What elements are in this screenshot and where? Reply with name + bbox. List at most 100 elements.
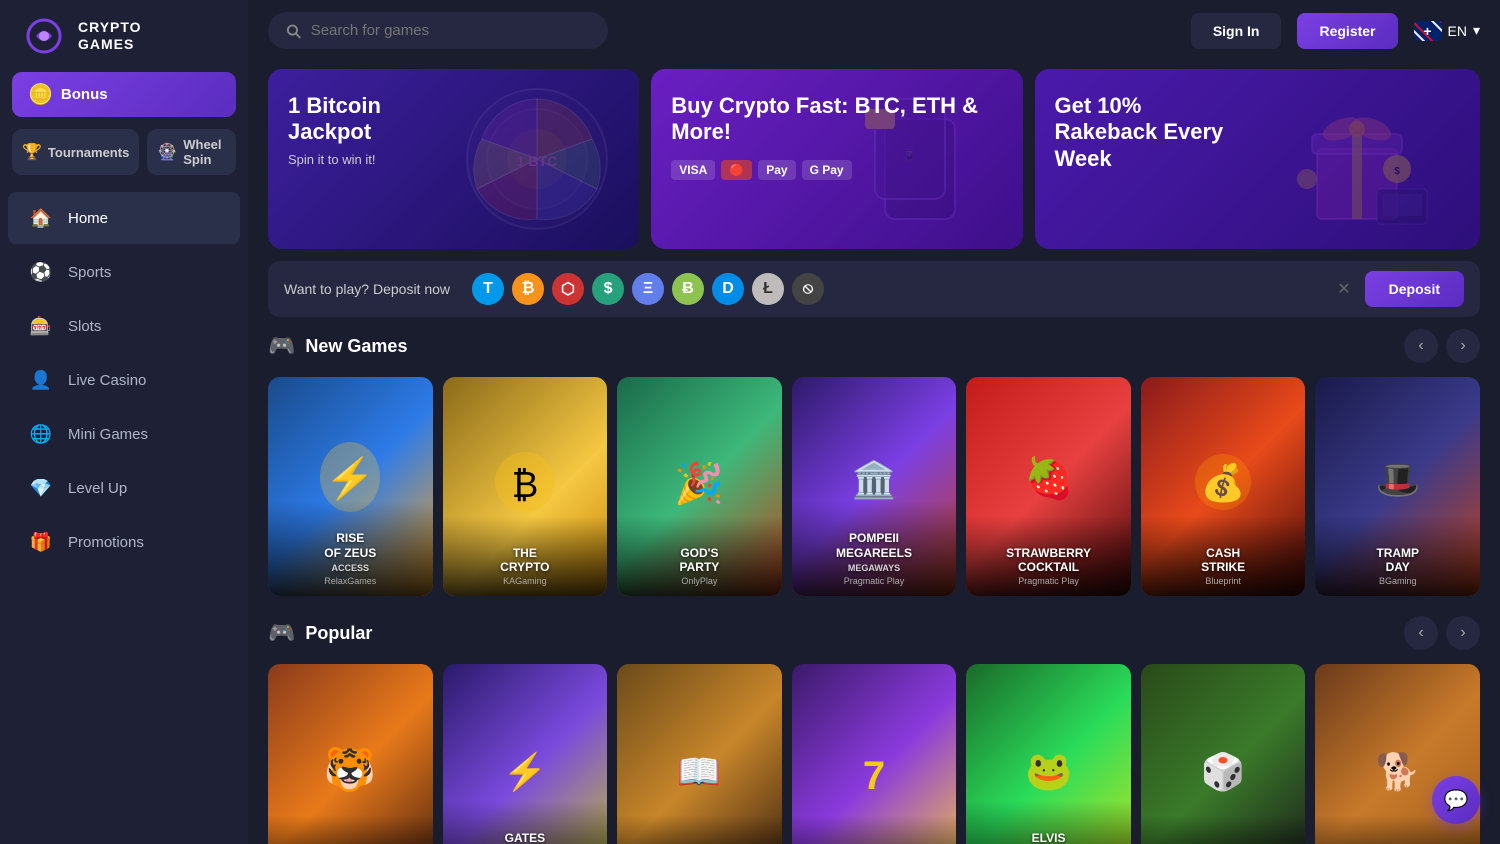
wheel-spin-button[interactable]: 🎡 Wheel Spin — [147, 129, 236, 175]
live-casino-label: Live Casino — [68, 372, 146, 389]
mini-games-label: Mini Games — [68, 426, 148, 443]
tournaments-button[interactable]: 🏆 Tournaments — [12, 129, 139, 175]
deposit-button[interactable]: Deposit — [1365, 271, 1464, 307]
new-games-label: New Games — [305, 336, 407, 357]
jackpot-title: 1 BitcoinJackpot — [288, 93, 619, 146]
new-games-nav: ‹ › — [1404, 329, 1480, 363]
popular-games-grid: 🐯 WILDTIGER Play ⚡ GATESOF OLYMPUS1000 P… — [268, 664, 1480, 844]
game-card-rise-of-zeus[interactable]: ⚡ RISEOF ZEUSAccess RelaxGames Play — [268, 377, 433, 596]
sign-in-button[interactable]: Sign In — [1191, 13, 1282, 49]
buy-crypto-title: Buy Crypto Fast: BTC, ETH & More! — [671, 93, 1002, 146]
game-card-pompeii[interactable]: 🏛️ POMPEIIMEGAREELSMEGAWAYS Pragmatic Pl… — [792, 377, 957, 596]
search-icon — [286, 23, 301, 39]
game-card-olympus[interactable]: ⚡ GATESOF OLYMPUS1000 Play — [443, 664, 608, 844]
btc-icon: ₿ — [512, 273, 544, 305]
new-games-header: 🎮 New Games ‹ › — [268, 329, 1480, 363]
bonus-icon: 🪙 — [28, 82, 53, 107]
new-games-title: 🎮 New Games — [268, 333, 407, 359]
level-up-label: Level Up — [68, 480, 127, 497]
bonus-label: Bonus — [61, 86, 108, 103]
game-card-elvis-frog[interactable]: 🐸 ELVISFROGTRUEWAYS Play — [966, 664, 1131, 844]
ltc-icon: Ł — [752, 273, 784, 305]
game-card-wild-tiger[interactable]: 🐯 WILDTIGER Play — [268, 664, 433, 844]
flag-icon — [1414, 21, 1442, 41]
game-card-book-of-dead[interactable]: 📖 BOOKOF DEAD Play — [617, 664, 782, 844]
banners: 1 BitcoinJackpot Spin it to win it! 1 BT… — [248, 61, 1500, 261]
home-label: Home — [68, 210, 108, 227]
sidebar: CRYPTO GAMES 🪙 Bonus 🏆 Tournaments 🎡 Whe… — [0, 0, 248, 844]
sidebar-item-live-casino[interactable]: 👤 Live Casino — [8, 354, 240, 406]
popular-icon: 🎮 — [268, 620, 295, 646]
popular-next[interactable]: › — [1446, 616, 1480, 650]
game-card-strawberry[interactable]: 🍓 STRAWBERRYCOCKTAIL Pragmatic Play Play — [966, 377, 1131, 596]
crypto-icons: T ₿ ⬡ $ Ξ Ƀ D Ł ⦸ — [472, 273, 1319, 305]
wheel-spin-icon: 🎡 — [157, 142, 177, 162]
deposit-text: Want to play? Deposit now — [284, 281, 450, 297]
search-input[interactable] — [311, 22, 590, 39]
sidebar-item-promotions[interactable]: 🎁 Promotions — [8, 516, 240, 568]
rakeback-banner[interactable]: Get 10%Rakeback EveryWeek $ — [1035, 69, 1481, 249]
level-up-icon: 💎 — [28, 475, 54, 501]
jackpot-banner[interactable]: 1 BitcoinJackpot Spin it to win it! 1 BT… — [268, 69, 639, 249]
game-card-crypto[interactable]: ₿ THECRYPTO KAGaming Play — [443, 377, 608, 596]
apple-pay-logo: Pay — [758, 160, 795, 180]
popular-title: 🎮 Popular — [268, 620, 372, 646]
sidebar-item-mini-games[interactable]: 🌐 Mini Games — [8, 408, 240, 460]
deposit-bar: Want to play? Deposit now T ₿ ⬡ $ Ξ Ƀ D … — [268, 261, 1480, 317]
new-games-next[interactable]: › — [1446, 329, 1480, 363]
promotions-label: Promotions — [68, 534, 144, 551]
game-card-gods-party[interactable]: 🎉 GOD'SPARTY OnlyPlay Play — [617, 377, 782, 596]
slots-icon: 🎰 — [28, 313, 54, 339]
game-card-tramp[interactable]: 🎩 TRAMPDAY BGaming Play — [1315, 377, 1480, 596]
wheel-spin-label: Wheel Spin — [183, 137, 226, 167]
jackpot-sub: Spin it to win it! — [288, 152, 619, 167]
game-card-cash-strike[interactable]: 💰 CASHSTRIKE Blueprint Play — [1141, 377, 1306, 596]
bonus-button[interactable]: 🪙 Bonus — [12, 72, 236, 117]
game-card-lucky7[interactable]: 7 HOTLUCKY 7'S Play — [792, 664, 957, 844]
new-games-section: 🎮 New Games ‹ › ⚡ RISEOF ZEUSAccess Rela… — [248, 329, 1500, 616]
dash-icon: D — [712, 273, 744, 305]
sidebar-item-level-up[interactable]: 💎 Level Up — [8, 462, 240, 514]
quick-buttons: 🏆 Tournaments 🎡 Wheel Spin — [12, 129, 236, 175]
visa-logo: VISA — [671, 160, 715, 180]
register-button[interactable]: Register — [1297, 13, 1397, 49]
close-icon[interactable]: ✕ — [1337, 279, 1350, 299]
bch-icon: Ƀ — [672, 273, 704, 305]
new-games-grid: ⚡ RISEOF ZEUSAccess RelaxGames Play ₿ TH… — [268, 377, 1480, 596]
sports-icon: ⚽ — [28, 259, 54, 285]
search-bar[interactable] — [268, 12, 608, 49]
tournaments-label: Tournaments — [48, 145, 129, 160]
sidebar-item-slots[interactable]: 🎰 Slots — [8, 300, 240, 352]
logo-text-line1: CRYPTO — [78, 19, 142, 36]
lang-label: EN — [1448, 23, 1467, 39]
payment-logos: VISA 🔴 Pay G Pay — [671, 160, 1002, 180]
header: Sign In Register EN ▾ — [248, 0, 1500, 61]
usd-icon: $ — [592, 273, 624, 305]
tournaments-icon: 🏆 — [22, 142, 42, 162]
eth-icon: Ξ — [632, 273, 664, 305]
other-crypto-icon: ⦸ — [792, 273, 824, 305]
logo-text-line2: GAMES — [78, 36, 142, 53]
game-card-voodoo[interactable]: 🎲 VOODOODICE Play — [1141, 664, 1306, 844]
new-games-prev[interactable]: ‹ — [1404, 329, 1438, 363]
sidebar-item-home[interactable]: 🏠 Home — [8, 192, 240, 244]
buy-crypto-banner[interactable]: Buy Crypto Fast: BTC, ETH & More! VISA 🔴… — [651, 69, 1022, 249]
logo-icon — [20, 18, 68, 54]
google-pay-logo: G Pay — [802, 160, 852, 180]
ton2-icon: ⬡ — [552, 273, 584, 305]
ton-icon: T — [472, 273, 504, 305]
logo[interactable]: CRYPTO GAMES — [0, 0, 248, 72]
rakeback-title: Get 10%Rakeback EveryWeek — [1055, 93, 1461, 172]
live-casino-icon: 👤 — [28, 367, 54, 393]
popular-header: 🎮 Popular ‹ › — [268, 616, 1480, 650]
popular-nav: ‹ › — [1404, 616, 1480, 650]
popular-label: Popular — [305, 623, 372, 644]
new-games-icon: 🎮 — [268, 333, 295, 359]
language-button[interactable]: EN ▾ — [1414, 21, 1480, 41]
main-content: Sign In Register EN ▾ 1 BitcoinJackpot S… — [248, 0, 1500, 844]
popular-prev[interactable]: ‹ — [1404, 616, 1438, 650]
sidebar-item-sports[interactable]: ⚽ Sports — [8, 246, 240, 298]
home-icon: 🏠 — [28, 205, 54, 231]
support-button[interactable]: 💬 — [1432, 776, 1480, 824]
chevron-down-icon: ▾ — [1473, 22, 1480, 39]
